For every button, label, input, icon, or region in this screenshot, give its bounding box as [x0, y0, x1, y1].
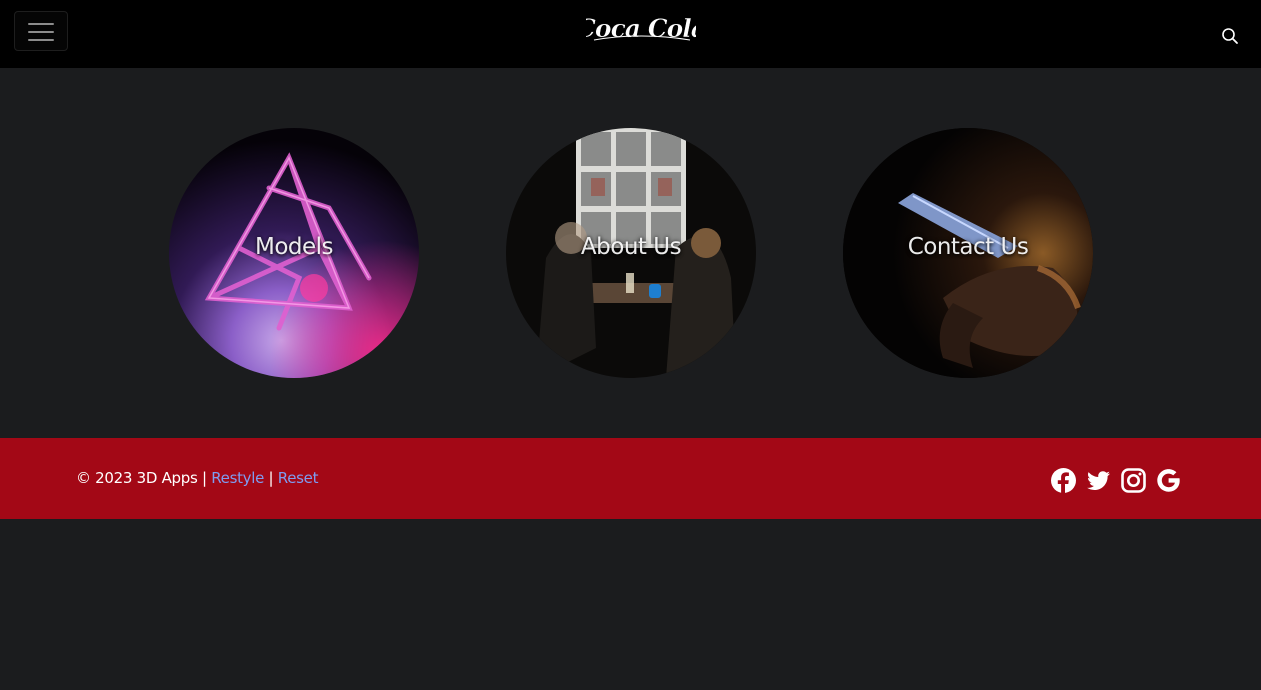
search-icon[interactable] [1218, 24, 1242, 48]
twitter-icon[interactable] [1085, 467, 1112, 494]
menu-bar [28, 39, 54, 41]
coca-cola-logo[interactable]: Coca Cola [586, 10, 696, 46]
footer-text: © 2023 3D Apps | Restyle | Reset [76, 469, 318, 487]
separator: | [268, 469, 274, 487]
about-us-label: About Us [580, 234, 682, 260]
about-us-card[interactable]: About Us [506, 128, 756, 378]
reset-link[interactable]: Reset [278, 469, 319, 487]
separator: | [201, 469, 207, 487]
page-background [0, 519, 1261, 690]
models-card[interactable]: Models [169, 128, 419, 378]
google-icon[interactable] [1155, 467, 1182, 494]
top-navbar: Coca Cola [0, 0, 1261, 68]
facebook-icon[interactable] [1050, 467, 1077, 494]
menu-bar [28, 31, 54, 33]
contact-us-card[interactable]: Contact Us [843, 128, 1093, 378]
contact-us-label: Contact Us [907, 234, 1029, 260]
restyle-link[interactable]: Restyle [211, 469, 264, 487]
instagram-icon[interactable] [1120, 467, 1147, 494]
footer: © 2023 3D Apps | Restyle | Reset [0, 438, 1261, 519]
main-content: Models About Us Contact Us [0, 68, 1261, 438]
copyright-text: © 2023 3D Apps [76, 469, 198, 487]
hamburger-menu-button[interactable] [14, 11, 68, 51]
menu-bar [28, 23, 54, 25]
models-label: Models [254, 234, 334, 260]
